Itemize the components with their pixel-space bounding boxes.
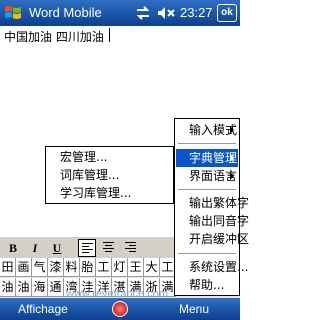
input-key[interactable]: 工 xyxy=(96,258,112,277)
softkey-bar: Affichage Menu xyxy=(0,298,240,320)
submenu-item-learning[interactable]: 学习库管理... xyxy=(47,184,172,202)
align-right-button[interactable] xyxy=(122,239,140,257)
menu-item-buffer[interactable]: 开启缓冲区 xyxy=(176,230,249,248)
submenu-item-macro[interactable]: 宏管理... xyxy=(47,148,172,166)
align-right-icon xyxy=(125,242,136,254)
input-key[interactable]: 王 xyxy=(128,258,144,277)
input-key[interactable]: 大 xyxy=(144,258,160,277)
align-center-button[interactable] xyxy=(100,239,118,257)
input-key[interactable]: 漆 xyxy=(48,258,64,277)
input-key[interactable]: 油 xyxy=(16,278,32,297)
align-left-button[interactable] xyxy=(78,239,96,257)
main-menu: 输入模式 字典管理 界面语言 输出繁体字 输出同音字 开启缓冲区 系统设置...… xyxy=(174,118,249,296)
menu-item-homophone-output[interactable]: 输出同音字 xyxy=(176,212,249,230)
input-key[interactable]: 胎 xyxy=(80,258,96,277)
input-key[interactable]: 料 xyxy=(64,258,80,277)
italic-button[interactable]: I xyxy=(26,239,44,257)
menu-separator xyxy=(178,253,236,254)
menu-softkey[interactable]: Menu xyxy=(179,302,209,316)
menu-item-system-settings[interactable]: 系统设置... xyxy=(176,258,248,276)
input-key[interactable]: 灯 xyxy=(112,258,128,277)
submenu-arrow-icon xyxy=(230,126,234,134)
dictionary-submenu: 宏管理... 词库管理... 学习库管理... xyxy=(45,146,174,204)
menu-item-input-mode[interactable]: 输入模式 xyxy=(176,121,238,139)
input-key[interactable]: 油 xyxy=(0,278,16,297)
input-key[interactable]: 海 xyxy=(32,278,48,297)
align-center-icon xyxy=(103,242,114,254)
text-caret xyxy=(109,28,110,42)
input-panel-row-1: 田 画 气 漆 料 胎 工 灯 王 大 工 xyxy=(0,258,176,277)
clock[interactable]: 23:27 xyxy=(180,5,213,20)
menu-separator xyxy=(178,143,236,144)
input-key[interactable]: 画 xyxy=(16,258,32,277)
submenu-item-lexicon[interactable]: 词库管理... xyxy=(47,166,172,184)
underline-button[interactable]: U xyxy=(48,239,66,257)
align-left-icon xyxy=(82,243,93,255)
ok-button[interactable]: ok xyxy=(217,4,237,22)
document-text[interactable]: 中国加油 四川加油 xyxy=(4,28,104,45)
input-key[interactable]: 田 xyxy=(0,258,16,277)
submenu-arrow-icon xyxy=(230,154,234,162)
app-title: Word Mobile xyxy=(29,5,102,20)
menu-separator xyxy=(178,189,236,190)
bold-button[interactable]: B xyxy=(4,239,22,257)
connectivity-icon[interactable] xyxy=(135,4,151,22)
left-softkey[interactable]: Affichage xyxy=(18,302,68,316)
input-key[interactable]: 气 xyxy=(32,258,48,277)
menu-item-traditional-output[interactable]: 输出繁体字 xyxy=(176,194,249,212)
input-key[interactable]: 通 xyxy=(48,278,64,297)
menu-item-help[interactable]: 帮助... xyxy=(176,276,238,294)
input-method-icon[interactable] xyxy=(112,301,128,317)
submenu-arrow-icon xyxy=(230,172,234,180)
windows-start-icon[interactable] xyxy=(2,2,24,24)
menu-item-ui-language[interactable]: 界面语言 xyxy=(176,167,238,185)
volume-mute-icon[interactable] xyxy=(156,4,176,22)
menu-item-dictionary[interactable]: 字典管理 xyxy=(176,149,238,167)
format-toolbar: B I U xyxy=(0,236,176,258)
title-bar: Word Mobile 23:27 ok xyxy=(0,0,240,26)
